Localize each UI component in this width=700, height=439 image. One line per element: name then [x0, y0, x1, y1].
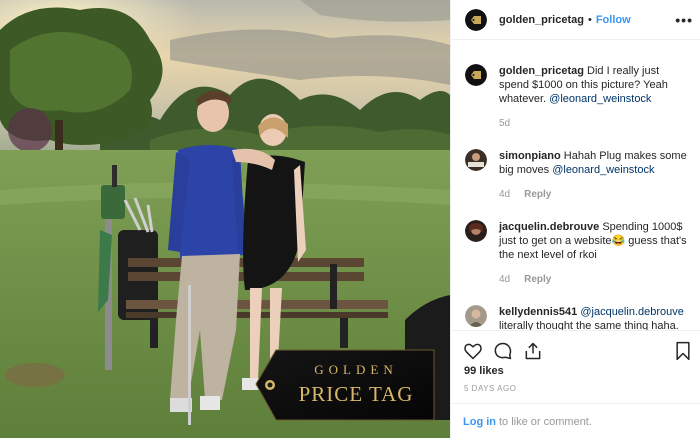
user-avatar-icon [465, 305, 487, 327]
login-link[interactable]: Log in [463, 416, 496, 428]
comment-text: literally thought the same thing haha. O… [499, 320, 679, 330]
avatar[interactable] [465, 64, 487, 86]
heart-icon[interactable] [463, 341, 483, 361]
golden-pricetag-avatar-icon [465, 64, 487, 86]
list-item: kellydennis541 @jacquelin.debrouve liter… [465, 305, 691, 330]
action-icons [463, 341, 693, 361]
comment-mention[interactable]: @jacquelin.debrouve [580, 306, 684, 318]
comment-time[interactable]: 5d [499, 117, 510, 131]
user-avatar-icon [465, 220, 487, 242]
bookmark-icon[interactable] [673, 341, 693, 361]
share-icon[interactable] [523, 341, 543, 361]
more-options-button[interactable]: ••• [675, 12, 693, 28]
login-text: to like or comment. [499, 416, 592, 428]
avatar[interactable] [465, 220, 487, 242]
login-prompt: Log in to like or comment. [451, 403, 700, 439]
reply-button[interactable]: Reply [524, 188, 551, 202]
post-age[interactable]: 5 DAYS AGO [464, 384, 516, 393]
price-tag-logo: GOLDEN PRICE TAG [256, 347, 434, 421]
list-item: simonpiano Hahah Plug makes some big mov… [465, 149, 691, 220]
comment-username[interactable]: simonpiano [499, 150, 561, 162]
comment-meta: 4d Reply [499, 188, 691, 202]
follow-button[interactable]: Follow [596, 14, 631, 26]
post-photo[interactable]: GOLDEN PRICE TAG [0, 0, 450, 438]
header-username[interactable]: golden_pricetag [499, 14, 584, 26]
comment-time[interactable]: 4d [499, 273, 510, 287]
avatar[interactable] [465, 149, 487, 171]
comment-time[interactable]: 4d [499, 188, 510, 202]
post-side-panel: golden_pricetag • Follow ••• golden_pric… [450, 0, 700, 438]
comment-username[interactable]: kellydennis541 [499, 306, 577, 318]
comment-icon[interactable] [493, 341, 513, 361]
comment-meta: 4d Reply [499, 273, 691, 287]
tag-line-golden: GOLDEN [314, 361, 398, 377]
header-separator: • [587, 13, 592, 26]
golden-pricetag-avatar-icon [465, 8, 487, 31]
likes-count[interactable]: 99 likes [464, 365, 504, 377]
comment-mention[interactable]: @leonard_weinstock [552, 164, 654, 176]
tag-line-price-tag: PRICE TAG [298, 381, 414, 406]
reply-button[interactable]: Reply [524, 273, 551, 287]
comments-list[interactable]: golden_pricetag Did I really just spend … [451, 40, 700, 330]
comment-meta: 5d [499, 117, 691, 131]
post-header: golden_pricetag • Follow ••• [451, 0, 700, 40]
user-avatar-icon [465, 149, 487, 171]
avatar[interactable] [465, 305, 487, 327]
comment-username[interactable]: golden_pricetag [499, 65, 584, 77]
comment-mention[interactable]: @leonard_weinstock [549, 93, 651, 105]
post-actions: 99 likes 5 DAYS AGO Log in to like or com… [451, 330, 700, 438]
avatar[interactable] [465, 8, 487, 31]
comment-username[interactable]: jacquelin.debrouve [499, 221, 599, 233]
instagram-post: GOLDEN PRICE TAG golden_pricetag • Follo… [0, 0, 700, 438]
caption: golden_pricetag Did I really just spend … [465, 64, 691, 149]
list-item: jacquelin.debrouve Spending 1000$ just t… [465, 220, 691, 305]
